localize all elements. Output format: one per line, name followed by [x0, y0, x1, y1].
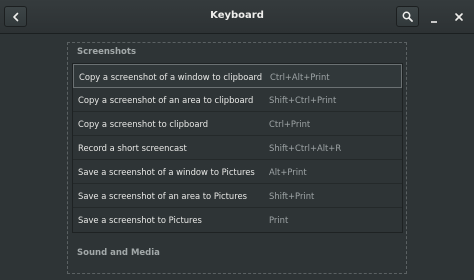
shortcut-accelerator: Shift+Ctrl+Print [269, 95, 337, 105]
shortcut-name: Record a short screencast [78, 143, 187, 153]
shortcut-row[interactable]: Save a screenshot of an area to Pictures… [73, 184, 402, 208]
shortcut-row[interactable]: Record a short screencast Shift+Ctrl+Alt… [73, 136, 402, 160]
search-icon [402, 11, 413, 22]
shortcut-name: Copy a screenshot to clipboard [78, 119, 209, 129]
shortcut-accelerator: Print [269, 215, 289, 225]
shortcut-name: Copy a screenshot of a window to clipboa… [79, 72, 263, 82]
shortcut-name: Save a screenshot of an area to Pictures [78, 191, 248, 201]
shortcut-row[interactable]: Copy a screenshot to clipboard Ctrl+Prin… [73, 112, 402, 136]
shortcut-accelerator: Ctrl+Print [269, 119, 311, 129]
shortcut-row[interactable]: Save a screenshot of a window to Picture… [73, 160, 402, 184]
shortcuts-panel: Screenshots Copy a screenshot of a windo… [67, 42, 407, 274]
section-header-sound-and-media: Sound and Media [77, 248, 160, 258]
section-header-screenshots: Screenshots [77, 47, 137, 57]
header-bar: Keyboard [0, 0, 474, 34]
shortcut-accelerator: Ctrl+Alt+Print [270, 72, 330, 82]
shortcut-row[interactable]: Save a screenshot to Pictures Print [73, 208, 402, 232]
keyboard-settings-window: Keyboard Screenshots Copy a screenshot o… [0, 0, 474, 280]
shortcut-row[interactable]: Copy a screenshot of a window to clipboa… [73, 64, 402, 88]
shortcut-name: Copy a screenshot of an area to clipboar… [78, 95, 254, 105]
shortcut-row[interactable]: Copy a screenshot of an area to clipboar… [73, 88, 402, 112]
search-button[interactable] [396, 6, 419, 27]
close-icon [455, 13, 463, 21]
close-button[interactable] [453, 10, 465, 24]
shortcut-name: Save a screenshot to Pictures [78, 215, 202, 225]
shortcut-name: Save a screenshot of a window to Picture… [78, 167, 255, 177]
shortcut-accelerator: Shift+Print [269, 191, 315, 201]
shortcut-accelerator: Alt+Print [269, 167, 307, 177]
screenshots-shortcut-list: Copy a screenshot of a window to clipboa… [72, 63, 403, 233]
minimize-button[interactable] [428, 10, 440, 24]
shortcut-accelerator: Shift+Ctrl+Alt+R [269, 143, 342, 153]
minimize-icon [431, 21, 437, 23]
